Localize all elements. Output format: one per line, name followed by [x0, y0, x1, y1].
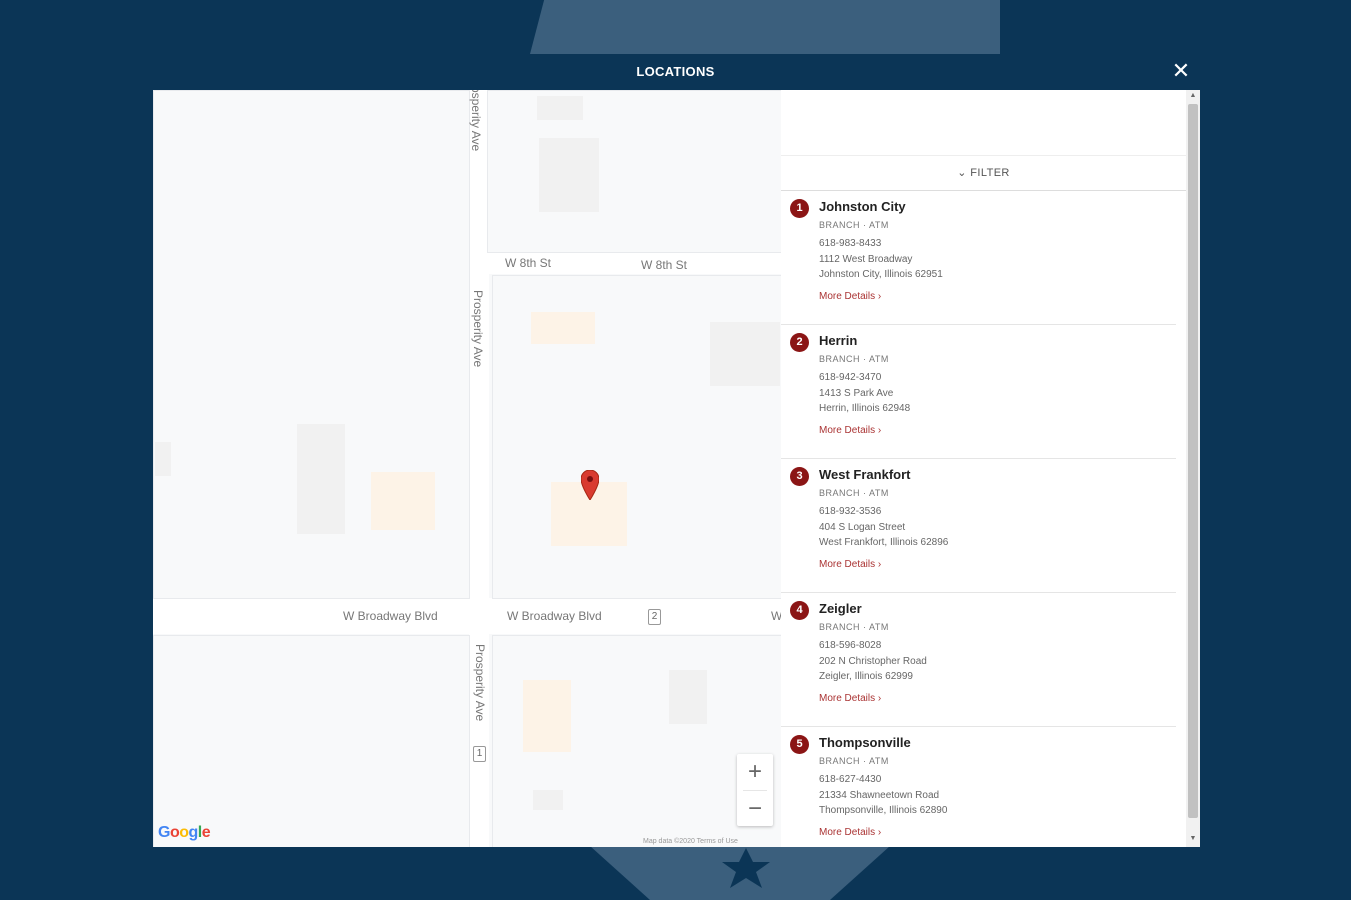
zoom-out-button[interactable]: − [737, 791, 773, 827]
street-label-prosperity-ave: Prosperity Ave [473, 644, 487, 722]
list-scrollbar[interactable]: ▲ ▼ [1186, 90, 1200, 847]
location-item: 3 West Frankfort BRANCH · ATM 618-932-35… [781, 458, 1176, 593]
star-icon [722, 848, 770, 888]
location-address-line1: 1112 West Broadway [819, 254, 913, 265]
more-details-link[interactable]: More Details › [819, 693, 881, 704]
google-logo: Google [158, 824, 211, 841]
location-number-badge: 3 [790, 467, 809, 486]
zoom-control: + − [737, 754, 773, 826]
map-building [539, 138, 599, 212]
modal-title: LOCATIONS [636, 64, 715, 79]
filter-button[interactable]: ⌄ FILTER [781, 155, 1186, 191]
filter-label: FILTER [970, 167, 1010, 179]
street-label-w-8th-st: W 8th St [641, 258, 688, 272]
background-shape-top [530, 0, 1000, 54]
street-label-w-broadway-blvd: W Broadway Blvd [507, 609, 602, 623]
map-attribution[interactable]: Map data ©2020 Terms of Use [643, 838, 738, 845]
route-shield: 2 [648, 609, 661, 625]
location-phone[interactable]: 618-596-8028 [819, 640, 881, 651]
chevron-down-icon: ⌄ [957, 167, 967, 179]
chevron-right-icon: › [877, 693, 882, 704]
scroll-thumb[interactable] [1188, 104, 1198, 818]
location-address-line1: 202 N Christopher Road [819, 656, 927, 667]
location-item: 5 Thompsonville BRANCH · ATM 618-627-443… [781, 726, 1176, 847]
zoom-in-button[interactable]: + [737, 754, 773, 790]
location-address-line2: West Frankfort, Illinois 62896 [819, 537, 949, 548]
map-building [710, 322, 780, 386]
location-item: 1 Johnston City BRANCH · ATM 618-983-843… [781, 190, 1176, 325]
scroll-down-icon[interactable]: ▼ [1186, 833, 1200, 845]
more-details-label: More Details [819, 559, 876, 570]
close-icon: ✕ [1171, 58, 1191, 83]
location-type: BRANCH · ATM [819, 488, 889, 498]
street-label-prosperity-ave: Prosperity Ave [471, 290, 485, 368]
location-type: BRANCH · ATM [819, 220, 889, 230]
street-label-prosperity-ave: Prosperity Ave [469, 90, 483, 152]
map-block [487, 90, 781, 253]
scroll-up-icon[interactable]: ▲ [1186, 90, 1200, 102]
map-pin-icon[interactable] [581, 470, 599, 500]
location-address-line2: Herrin, Illinois 62948 [819, 403, 911, 414]
route-shield: 1 [473, 746, 486, 762]
more-details-link[interactable]: More Details › [819, 559, 881, 570]
street-label-w-broadway-blvd: W Broadway Blvd [343, 609, 438, 623]
location-number-badge: 4 [790, 601, 809, 620]
more-details-label: More Details [819, 291, 876, 302]
location-address-line1: 1413 S Park Ave [819, 388, 894, 399]
location-address-line2: Johnston City, Illinois 62951 [819, 269, 943, 280]
location-address-line2: Thompsonville, Illinois 62890 [819, 805, 948, 816]
location-type: BRANCH · ATM [819, 622, 889, 632]
map-building [531, 312, 595, 344]
location-address-line1: 404 S Logan Street [819, 522, 906, 533]
location-phone[interactable]: 618-942-3470 [819, 372, 881, 383]
location-item: 2 Herrin BRANCH · ATM 618-942-3470 1413 … [781, 324, 1176, 459]
map[interactable]: W 8th St W 8th St Prosperity Ave Prosper… [153, 90, 781, 847]
location-phone[interactable]: 618-932-3536 [819, 506, 881, 517]
location-item: 4 Zeigler BRANCH · ATM 618-596-8028 202 … [781, 592, 1176, 727]
location-name: Johnston City [819, 199, 906, 214]
location-phone[interactable]: 618-983-8433 [819, 238, 881, 249]
map-building [155, 442, 171, 476]
location-phone[interactable]: 618-627-4430 [819, 774, 881, 785]
more-details-label: More Details [819, 693, 876, 704]
more-details-link[interactable]: More Details › [819, 291, 881, 302]
more-details-label: More Details [819, 827, 876, 838]
location-address-line2: Zeigler, Illinois 62999 [819, 671, 913, 682]
street-label-w-broadway-blvd: W [771, 609, 781, 623]
chevron-right-icon: › [877, 425, 882, 436]
location-name: Zeigler [819, 601, 862, 616]
street-label-w-8th-st: W 8th St [505, 256, 552, 270]
locations-modal: W 8th St W 8th St Prosperity Ave Prosper… [153, 90, 1200, 847]
location-type: BRANCH · ATM [819, 354, 889, 364]
map-building [533, 790, 563, 810]
chevron-right-icon: › [877, 559, 882, 570]
location-number-badge: 2 [790, 333, 809, 352]
location-number-badge: 1 [790, 199, 809, 218]
location-name: West Frankfort [819, 467, 911, 482]
map-building [537, 96, 583, 120]
location-number-badge: 5 [790, 735, 809, 754]
road-w-broadway-blvd [153, 598, 781, 634]
map-building [371, 472, 435, 530]
location-type: BRANCH · ATM [819, 756, 889, 766]
close-button[interactable]: ✕ [1170, 60, 1192, 82]
map-block [153, 635, 470, 847]
more-details-link[interactable]: More Details › [819, 425, 881, 436]
road-prosperity-ave [469, 90, 489, 847]
location-name: Herrin [819, 333, 858, 348]
location-address-line1: 21334 Shawneetown Road [819, 790, 940, 801]
location-name: Thompsonville [819, 735, 911, 750]
map-building [523, 680, 571, 752]
map-building [297, 424, 345, 534]
chevron-right-icon: › [877, 291, 882, 302]
locations-list: ⌄ FILTER 1 Johnston City BRANCH · ATM 61… [781, 90, 1186, 847]
more-details-label: More Details [819, 425, 876, 436]
more-details-link[interactable]: More Details › [819, 827, 881, 838]
chevron-right-icon: › [877, 827, 882, 838]
map-building [669, 670, 707, 724]
